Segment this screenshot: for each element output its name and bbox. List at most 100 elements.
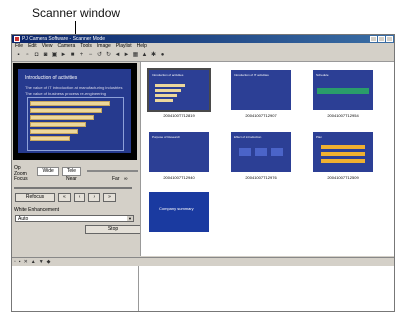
thumbnail-title: Company summary xyxy=(159,206,194,211)
live-preview: Introduction of activities The value of … xyxy=(13,63,137,160)
up-icon[interactable]: ▲ xyxy=(31,258,36,266)
window-title: PJ Camera Software - Scanner Mode xyxy=(22,36,106,42)
preview-slide-line: The value of IT introduction at manufact… xyxy=(25,85,123,90)
focus-far-button[interactable]: ‹ xyxy=(73,193,86,202)
thumbnail-image: Introduction of activities xyxy=(147,68,211,112)
preview-chart-bar xyxy=(30,108,102,113)
menu-file[interactable]: File xyxy=(15,43,23,50)
camera-control-pane: Introduction of activities The value of … xyxy=(12,62,141,258)
thumbnail-label: 2004100T712819 xyxy=(163,113,195,118)
focus-buttons: Refocus « ‹ › » xyxy=(15,193,116,202)
thumbnail-image: Purpose of Research xyxy=(149,132,209,172)
menu-image[interactable]: Image xyxy=(97,43,111,50)
thumbnail-image: Plan xyxy=(313,132,373,172)
capture-icon[interactable]: ◙ xyxy=(42,52,49,59)
thumbnail-label: 20041007T12976 xyxy=(245,175,277,180)
caption-scanner-window: Scanner window xyxy=(32,6,121,20)
focus-label: Focus xyxy=(14,176,28,182)
new-page-icon[interactable]: ▫ xyxy=(14,258,16,266)
scanner-window: PJ Camera Software - Scanner Mode File E… xyxy=(11,34,395,312)
app-icon xyxy=(14,36,20,42)
menu-camera[interactable]: Camera xyxy=(57,43,75,50)
menu-help[interactable]: Help xyxy=(137,43,147,50)
thumbnail[interactable]: Effect of introduction 20041007T12976 xyxy=(231,132,291,180)
properties-icon[interactable]: ◆ xyxy=(47,258,51,266)
rotate-left-icon[interactable]: ↺ xyxy=(96,52,103,59)
thumbnail-label: 20041007T12907 xyxy=(245,113,277,118)
focus-near-label: Near xyxy=(66,176,77,182)
focus-slider[interactable] xyxy=(14,187,132,189)
preview-chart-bar xyxy=(30,129,78,134)
white-enhancement-label: White Enhancement xyxy=(14,207,60,213)
open-folder-icon[interactable]: ▪ xyxy=(19,258,21,266)
down-icon[interactable]: ▼ xyxy=(39,258,44,266)
thumbnail-image: Effect of introduction xyxy=(231,132,291,172)
open-icon[interactable]: ▫ xyxy=(24,52,31,59)
menu-bar: File Edit View Camera Tools Image Playli… xyxy=(12,43,394,50)
preview-slide: Introduction of activities The value of … xyxy=(18,69,131,153)
thumbnail-label: 20041007T12509 xyxy=(327,175,359,180)
focus-row: Focus Near Far ∞ xyxy=(14,176,134,182)
lock-icon[interactable]: ▲ xyxy=(141,52,148,59)
minimize-icon[interactable] xyxy=(370,36,377,42)
stop-button[interactable]: Stop xyxy=(85,225,141,234)
preview-chart-bar xyxy=(30,101,110,106)
zoom-in-icon[interactable]: + xyxy=(78,52,85,59)
preview-chart-bar xyxy=(30,115,94,120)
preview-chart-bar xyxy=(30,122,86,127)
thumbnail[interactable]: Introduction of activities 2004100T71281… xyxy=(147,68,211,118)
thumbnail[interactable]: Plan 20041007T12509 xyxy=(313,132,373,180)
thumbnail-title: Schedule xyxy=(316,73,329,77)
rotate-right-icon[interactable]: ↻ xyxy=(105,52,112,59)
focus-near-fast-button[interactable]: » xyxy=(103,193,116,202)
thumbnail-image: Schedule xyxy=(313,70,373,110)
thumbnail-title: Purpose of Research xyxy=(152,135,181,139)
preview-slide-line: The value of business process re-enginee… xyxy=(25,91,106,96)
info-icon[interactable]: ● xyxy=(159,52,166,59)
thumbnail-title: Effect of introduction xyxy=(234,135,262,139)
menu-view[interactable]: View xyxy=(42,43,53,50)
title-bar: PJ Camera Software - Scanner Mode xyxy=(12,35,394,43)
maximize-icon[interactable] xyxy=(378,36,385,42)
white-enhancement-value: Auto xyxy=(18,216,29,222)
thumbnail-image: Company summary xyxy=(149,192,209,232)
menu-playlist[interactable]: Playlist xyxy=(116,43,132,50)
delete-icon[interactable]: ✕ xyxy=(24,258,28,266)
thumbnail-title: Introduction of IT activities xyxy=(234,73,269,77)
menu-tools[interactable]: Tools xyxy=(80,43,92,50)
focus-near-button[interactable]: › xyxy=(88,193,101,202)
thumbnail-label: 20041007T12940 xyxy=(163,175,195,180)
thumbnail[interactable]: Introduction of IT activities 20041007T1… xyxy=(231,70,291,118)
settings-icon[interactable]: ✱ xyxy=(150,52,157,59)
focus-far-label: Far xyxy=(112,176,120,182)
menu-edit[interactable]: Edit xyxy=(28,43,37,50)
zoom-slider[interactable] xyxy=(87,170,138,172)
thumbnail[interactable]: Purpose of Research 20041007T12940 xyxy=(149,132,209,180)
thumbnail[interactable]: Schedule 20041007T12954 xyxy=(313,70,373,118)
wide-button[interactable]: Wide xyxy=(37,166,59,176)
save-icon[interactable]: ▣ xyxy=(51,52,58,59)
thumbnail-pane: Introduction of activities 2004100T71281… xyxy=(140,62,394,256)
zoom-out-icon[interactable]: − xyxy=(87,52,94,59)
thumbnail-title: Introduction of activities xyxy=(152,73,184,77)
refocus-button[interactable]: Refocus xyxy=(15,193,55,202)
focus-far-fast-button[interactable]: « xyxy=(58,193,71,202)
close-icon[interactable] xyxy=(386,36,393,42)
focus-infinity-label: ∞ xyxy=(124,176,128,182)
thumbnail-label: 20041007T12954 xyxy=(327,113,359,118)
next-icon[interactable]: ► xyxy=(123,52,130,59)
grid-icon[interactable]: ▦ xyxy=(132,52,139,59)
tele-button[interactable]: Tele xyxy=(61,166,82,176)
stop-icon[interactable]: ■ xyxy=(69,52,76,59)
thumbnail-title: Plan xyxy=(316,135,323,139)
prev-icon[interactable]: ◄ xyxy=(114,52,121,59)
camera-icon[interactable]: ◘ xyxy=(33,52,40,59)
new-icon[interactable]: ▪ xyxy=(15,52,22,59)
play-icon[interactable]: ► xyxy=(60,52,67,59)
thumbnail[interactable]: Company summary xyxy=(149,192,209,237)
preview-chart-bar xyxy=(30,136,70,141)
playlist-area[interactable] xyxy=(12,266,394,311)
thumbnail-image: Introduction of IT activities xyxy=(231,70,291,110)
white-enhancement-select[interactable]: Auto ▼ xyxy=(15,215,134,222)
pane-divider[interactable] xyxy=(138,266,139,311)
